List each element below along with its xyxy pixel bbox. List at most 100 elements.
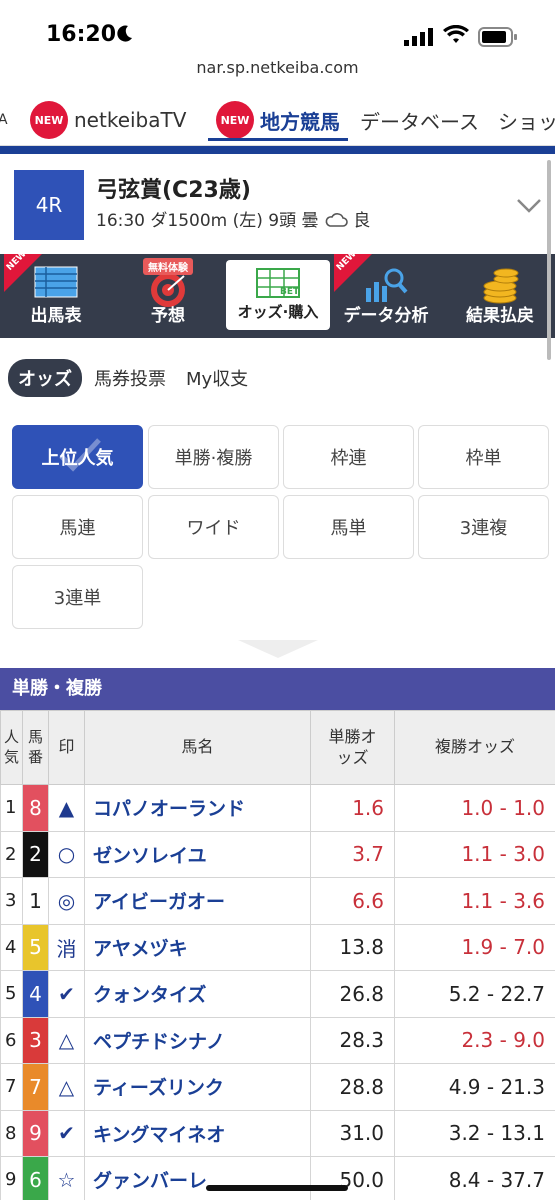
odds-win-place-button[interactable]: 単勝·複勝	[148, 425, 279, 489]
prediction-mark[interactable]: △	[48, 1063, 85, 1111]
table-row[interactable]: 9 6 ☆ グァンバーレ 50.0 8.4 - 37.7	[0, 1156, 555, 1200]
tab-betting[interactable]: 馬券投票	[94, 365, 166, 391]
place-odds[interactable]: 2.3 - 9.0	[394, 1016, 555, 1064]
nav-item-partial[interactable]: A	[0, 98, 8, 142]
place-odds[interactable]: 8.4 - 37.7	[394, 1156, 555, 1200]
odds-quinella-button[interactable]: 馬連	[12, 495, 143, 559]
win-odds[interactable]: 6.6	[310, 877, 395, 925]
horse-name[interactable]: クォンタイズ	[84, 970, 311, 1018]
menu-label: 結果払戻	[466, 306, 534, 326]
table-row[interactable]: 6 3 △ ペプチドシナノ 28.3 2.3 - 9.0	[0, 1016, 555, 1064]
horse-number: 7	[22, 1063, 49, 1111]
scrollbar[interactable]	[547, 160, 551, 360]
menu-entries[interactable]: NEW 出馬表	[4, 249, 108, 338]
win-odds[interactable]: 13.8	[310, 923, 395, 971]
check-icon	[59, 438, 101, 472]
table-row[interactable]: 2 2 ○ ゼンソレイユ 3.7 1.1 - 3.0	[0, 830, 555, 878]
nav-item-local-racing[interactable]: NEW 地方競馬	[216, 98, 340, 142]
place-odds[interactable]: 4.9 - 21.3	[394, 1063, 555, 1111]
race-header[interactable]: 4R 弓弦賞(C23歳) 16:30 ダ1500m (左) 9頭 曇 良	[0, 154, 555, 254]
popularity-rank: 5	[0, 970, 23, 1018]
horse-name[interactable]: グァンバーレ	[84, 1156, 311, 1200]
win-odds[interactable]: 50.0	[310, 1156, 395, 1200]
coins-icon	[483, 268, 519, 304]
status-bar: 16:20	[0, 0, 555, 56]
table-row[interactable]: 3 1 ◎ アイビーガオー 6.6 1.1 - 3.6	[0, 877, 555, 925]
chevron-down-icon[interactable]	[516, 198, 542, 214]
free-trial-tag: 無料体験	[143, 258, 193, 275]
menu-results-payout[interactable]: 結果払戻	[448, 254, 552, 338]
odds-bracket-exacta-button[interactable]: 枠単	[418, 425, 549, 489]
header-place-odds: 複勝オッズ	[394, 710, 555, 785]
place-odds[interactable]: 1.0 - 1.0	[394, 784, 555, 832]
prediction-mark[interactable]: ▲	[48, 784, 85, 832]
ground-condition: 良	[353, 211, 371, 231]
prediction-mark[interactable]: 消	[48, 923, 85, 971]
win-odds[interactable]: 26.8	[310, 970, 395, 1018]
odds-top-popular-button[interactable]: 上位人気	[12, 425, 143, 489]
menu-data-analysis[interactable]: NEW データ分析	[334, 249, 438, 338]
odds-bracket-quinella-button[interactable]: 枠連	[283, 425, 414, 489]
odds-exacta-button[interactable]: 馬単	[283, 495, 414, 559]
horse-name[interactable]: ゼンソレイユ	[84, 830, 311, 878]
prediction-mark[interactable]: ◎	[48, 877, 85, 925]
win-odds[interactable]: 28.8	[310, 1063, 395, 1111]
horse-name[interactable]: キングマイネオ	[84, 1109, 311, 1157]
horse-number: 5	[22, 923, 49, 971]
home-indicator[interactable]	[206, 1185, 348, 1191]
place-odds[interactable]: 5.2 - 22.7	[394, 970, 555, 1018]
horse-name[interactable]: ティーズリンク	[84, 1063, 311, 1111]
prediction-mark[interactable]: ○	[48, 830, 85, 878]
horse-name[interactable]: アヤメヅキ	[84, 923, 311, 971]
place-odds[interactable]: 3.2 - 13.1	[394, 1109, 555, 1157]
cloud-icon	[325, 213, 348, 227]
horse-name[interactable]: ペプチドシナノ	[84, 1016, 311, 1064]
horse-name[interactable]: アイビーガオー	[84, 877, 311, 925]
prediction-mark[interactable]: △	[48, 1016, 85, 1064]
place-odds[interactable]: 1.1 - 3.6	[394, 877, 555, 925]
menu-prediction[interactable]: 無料体験 予想	[116, 254, 220, 338]
horse-name[interactable]: コパノオーランド	[84, 784, 311, 832]
win-odds[interactable]: 28.3	[310, 1016, 395, 1064]
nav-item-shop[interactable]: ショッ	[498, 98, 555, 142]
popularity-rank: 3	[0, 877, 23, 925]
menu-label: 予想	[151, 306, 185, 326]
nav-item-label: 地方競馬	[260, 109, 340, 134]
odds-wide-button[interactable]: ワイド	[148, 495, 279, 559]
odds-trio-button[interactable]: 3連複	[418, 495, 549, 559]
table-row[interactable]: 8 9 ✔ キングマイネオ 31.0 3.2 - 13.1	[0, 1109, 555, 1157]
battery-icon	[478, 27, 517, 47]
menu-label: データ分析	[343, 306, 429, 326]
menu-label: オッズ·購入	[237, 303, 319, 321]
horse-number: 1	[22, 877, 49, 925]
table-row[interactable]: 1 8 ▲ コパノオーランド 1.6 1.0 - 1.0	[0, 784, 555, 832]
table-row[interactable]: 4 5 消アヤメヅキ 13.8 1.9 - 7.0	[0, 923, 555, 971]
win-odds[interactable]: 31.0	[310, 1109, 395, 1157]
nav-item-database[interactable]: データベース	[360, 98, 479, 142]
horse-number: 8	[22, 784, 49, 832]
popularity-rank: 9	[0, 1156, 23, 1200]
win-odds[interactable]: 1.6	[310, 784, 395, 832]
menu-odds-purchase[interactable]: BET オッズ·購入	[226, 260, 330, 330]
prediction-mark[interactable]: ☆	[48, 1156, 85, 1200]
new-badge: NEW	[216, 101, 254, 139]
prediction-mark[interactable]: ✔	[48, 1109, 85, 1157]
popularity-rank: 6	[0, 1016, 23, 1064]
table-row[interactable]: 7 7 △ ティーズリンク 28.8 4.9 - 21.3	[0, 1063, 555, 1111]
win-odds[interactable]: 3.7	[310, 830, 395, 878]
popularity-rank: 7	[0, 1063, 23, 1111]
odds-trifecta-button[interactable]: 3連単	[12, 565, 143, 629]
nav-item-netkeiba-tv[interactable]: NEW netkeibaTV	[30, 98, 186, 142]
odds-table: 人気 馬番 印 馬名 単勝オッズ 複勝オッズ 1 8 ▲ コパノオーランド 1.6 1.0…	[0, 710, 555, 1200]
horse-number: 3	[22, 1016, 49, 1064]
table-row[interactable]: 5 4 ✔ クォンタイズ 26.8 5.2 - 22.7	[0, 970, 555, 1018]
place-odds[interactable]: 1.9 - 7.0	[394, 923, 555, 971]
place-odds[interactable]: 1.1 - 3.0	[394, 830, 555, 878]
tab-odds[interactable]: オッズ	[8, 359, 82, 397]
horse-number: 4	[22, 970, 49, 1018]
tab-my-balance[interactable]: My収支	[186, 365, 248, 391]
url-bar[interactable]: nar.sp.netkeiba.com	[0, 58, 555, 77]
active-tab-underline	[208, 138, 348, 141]
wifi-icon	[443, 25, 469, 43]
prediction-mark[interactable]: ✔	[48, 970, 85, 1018]
